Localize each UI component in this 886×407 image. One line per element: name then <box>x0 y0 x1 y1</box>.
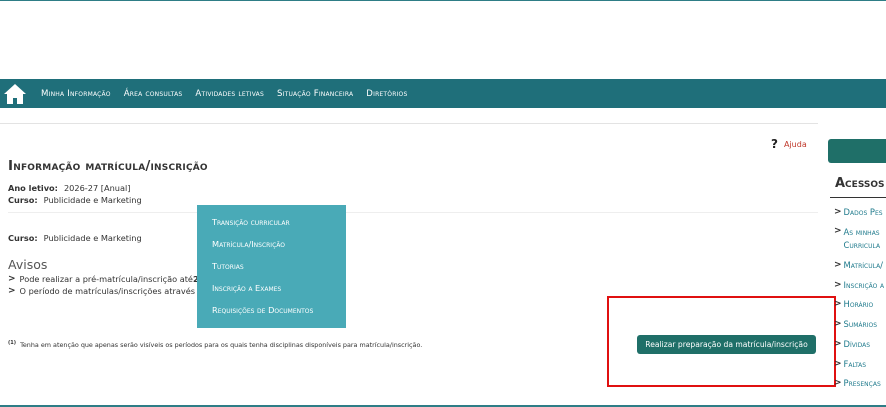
right-panel-button[interactable] <box>828 139 886 163</box>
ano-letivo-label: Ano letivo: <box>8 183 58 193</box>
curso-label-2: Curso: <box>8 233 38 243</box>
page-title: Informação matrícula/inscrição <box>8 158 208 174</box>
acessos-item-label: Presenças <box>843 378 881 388</box>
separator <box>0 123 818 124</box>
acessos-item-inscricao[interactable]: > Inscrição a <box>834 280 884 290</box>
nav-atividades-letivas[interactable]: Atividades letivas <box>195 89 264 99</box>
acessos-item-line2: Curricula <box>843 240 881 250</box>
acessos-item-dados-pessoais[interactable]: > Dados Pes <box>834 207 883 217</box>
footnote-text: Tenha em atenção que apenas serão visíve… <box>20 341 423 350</box>
chevron-right-icon: > <box>834 359 842 369</box>
main-navbar: Minha Informação Área consultas Atividad… <box>0 79 886 108</box>
acessos-item-label: As minhas Curricula <box>844 226 881 252</box>
dropdown-item-transicao-curricular[interactable]: Transição curricular <box>197 211 346 233</box>
chevron-right-icon: > <box>834 207 842 217</box>
chevron-right-icon: > <box>834 260 842 270</box>
curso-value-2: Publicidade e Marketing <box>43 233 142 243</box>
nav-area-consultas[interactable]: Área consultas <box>124 89 183 99</box>
acessos-item-faltas[interactable]: > Faltas <box>834 359 866 369</box>
home-button[interactable] <box>0 79 30 108</box>
chevron-right-icon: > <box>834 319 842 329</box>
aviso-text: Pode realizar a pré-matrícula/inscrição … <box>19 274 193 284</box>
curso-label: Curso: <box>8 195 38 205</box>
acessos-item-sumarios[interactable]: > Sumários <box>834 319 877 329</box>
aviso-item: > Pode realizar a pré-matrícula/inscriçã… <box>8 274 208 284</box>
curso-value: Publicidade e Marketing <box>43 195 142 205</box>
section-divider <box>8 212 818 213</box>
highlight-box <box>607 296 836 387</box>
chevron-right-icon: > <box>834 339 842 349</box>
dropdown-item-matricula-inscricao[interactable]: Matrícula/Inscrição <box>197 233 346 255</box>
dropdown-item-inscricao-exames[interactable]: Inscrição a Exames <box>197 277 346 299</box>
acessos-item-label: Sumários <box>843 319 878 329</box>
acessos-item-label: Dívidas <box>843 339 871 349</box>
curso-row: Curso: Publicidade e Marketing <box>8 195 142 205</box>
chevron-right-icon: > <box>834 226 842 236</box>
aviso-item: > O período de matrículas/inscrições atr… <box>8 286 208 296</box>
acessos-underline <box>830 197 886 198</box>
dropdown-item-tutorias[interactable]: Tutorias <box>197 255 346 277</box>
ano-letivo-row: Ano letivo: 2026-27 [Anual] <box>8 183 130 193</box>
chevron-right-icon: > <box>834 280 842 290</box>
acessos-item-as-minhas[interactable]: > As minhas Curricula <box>834 226 880 252</box>
home-icon <box>4 83 26 104</box>
help-label: Ajuda <box>783 139 807 149</box>
dropdown-item-requisicoes-documentos[interactable]: Requisições de Documentos <box>197 299 346 321</box>
aviso-text: O período de matrículas/inscrições atrav… <box>19 286 208 296</box>
acessos-title: Acessos <box>835 176 885 191</box>
chevron-right-icon: > <box>834 378 842 388</box>
acessos-item-label: Dados Pes <box>843 207 883 217</box>
acessos-item-label: Faltas <box>843 359 867 369</box>
nav-minha-informacao[interactable]: Minha Informação <box>41 89 111 99</box>
acessos-item-label: Horário <box>843 299 874 309</box>
acessos-item-horario[interactable]: > Horário <box>834 299 873 309</box>
chevron-right-icon: > <box>834 299 842 309</box>
footnote: (1) Tenha em atenção que apenas serão vis… <box>8 340 422 349</box>
chevron-right-icon: > <box>8 274 16 284</box>
footnote-marker: (1) <box>8 340 17 346</box>
header-area <box>0 1 886 79</box>
acessos-item-label: Matrícula/ <box>843 260 884 270</box>
acessos-item-matricula[interactable]: > Matrícula/ <box>834 260 883 270</box>
acessos-item-dividas[interactable]: > Dívidas <box>834 339 870 349</box>
acessos-item-label: Inscrição a <box>843 280 885 290</box>
ano-letivo-value: 2026-27 [Anual] <box>63 183 131 193</box>
atividades-letivas-dropdown: Transição curricular Matrícula/Inscrição… <box>197 205 346 328</box>
curso-row-2: Curso: Publicidade e Marketing <box>8 233 142 243</box>
nav-diretorios[interactable]: Diretórios <box>366 89 407 99</box>
help-link[interactable]: ? Ajuda <box>771 137 807 151</box>
question-icon: ? <box>771 137 778 151</box>
chevron-right-icon: > <box>8 286 16 296</box>
nav-situacao-financeira[interactable]: Situação Financeira <box>277 89 353 99</box>
avisos-title: Avisos <box>8 257 48 272</box>
acessos-item-line1: As minhas <box>843 227 880 237</box>
acessos-item-presencas[interactable]: > Presenças <box>834 378 881 388</box>
